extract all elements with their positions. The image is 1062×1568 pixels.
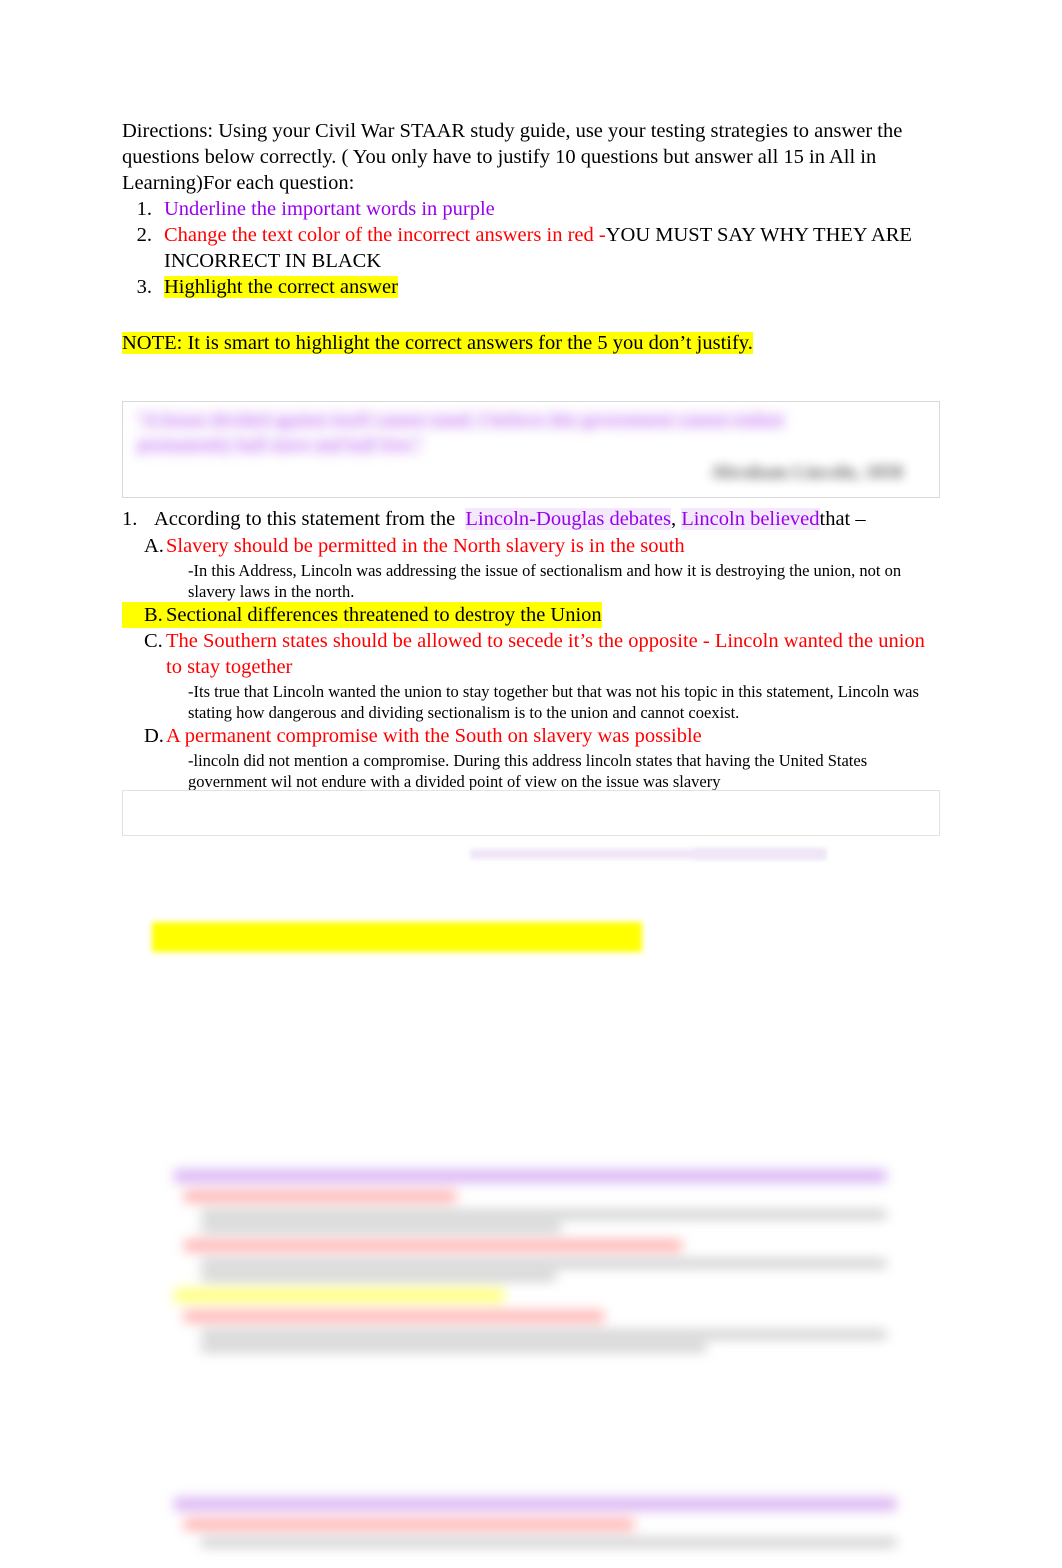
quote-box-content: "A house divided against itself cannot s… — [123, 402, 939, 497]
question-1-stem-tail: that – — [819, 508, 866, 530]
question-1: 1. According to this statement from the … — [122, 506, 940, 792]
question-1-choice-a-text: Slavery should be permitted in the North… — [166, 535, 685, 557]
question-1-choice-d-justification: -lincoln did not mention a compromise. D… — [188, 751, 868, 791]
quote-line-2-text: permanently half slave and half free." — [137, 435, 424, 456]
question-1-stem: 1. According to this statement from the … — [122, 506, 940, 533]
directions-step-3: 3. Highlight the correct answer — [122, 274, 940, 300]
directions-step-1-label: Underline the important words in purple — [164, 198, 495, 220]
directions-intro: Directions: Using your Civil War STAAR s… — [122, 118, 940, 196]
question-3-redacted — [126, 1498, 896, 1568]
question-1-choice-c-text: The Southern states should be allowed to… — [166, 630, 925, 678]
quote-line-1: "A house divided against itself cannot s… — [137, 408, 925, 433]
document-page: Directions: Using your Civil War STAAR s… — [0, 0, 1062, 1561]
directions-block: Directions: Using your Civil War STAAR s… — [122, 118, 940, 300]
redacted-yellow-highlight-bar — [152, 922, 642, 952]
question-1-choice-c-justification: -Its true that Lincoln wanted the union … — [188, 682, 919, 722]
question-1-keyword-2: Lincoln believed — [681, 508, 820, 530]
question-1-keyword-1: Lincoln-Douglas debates — [465, 508, 671, 530]
directions-intro-tail: For each question: — [202, 172, 355, 194]
directions-step-3-number: 3. — [136, 276, 152, 298]
directions-step-2: 2. Change the text color of the incorrec… — [122, 222, 940, 274]
quote-line-2: permanently half slave and half free." — [137, 433, 925, 458]
directions-step-3-body: Highlight the correct answer — [164, 274, 940, 300]
question-1-choice-d-letter: D. — [144, 725, 164, 747]
question-1-choice-b-letter: B. — [144, 604, 163, 626]
directions-step-list: 1. Underline the important words in purp… — [122, 196, 940, 300]
question-1-number: 1. — [122, 508, 138, 530]
question-1-choice-a-letter: A. — [144, 535, 164, 557]
directions-step-3-label: Highlight the correct answer — [164, 276, 398, 298]
question-1-choice-a[interactable]: A. Slavery should be permitted in the No… — [122, 533, 940, 602]
directions-step-2-body: Change the text color of the incorrect a… — [164, 222, 940, 274]
question-1-choice-b[interactable]: B. Sectional differences threatened to d… — [122, 602, 940, 628]
question-1-choice-b-line: B. Sectional differences threatened to d… — [122, 602, 602, 628]
note-line: NOTE: It is smart to highlight the corre… — [122, 330, 753, 356]
question-1-choice-c-letter: C. — [144, 630, 163, 652]
question-1-choice-c-line: C. The Southern states should be allowed… — [122, 628, 940, 680]
question-1-stem-text: According to this statement from the Lin… — [154, 506, 940, 533]
quote-box: "A house divided against itself cannot s… — [122, 401, 940, 498]
question-1-stem-comma: , — [670, 508, 677, 530]
question-1-choice-list: A. Slavery should be permitted in the No… — [122, 533, 940, 792]
question-1-choice-c[interactable]: C. The Southern states should be allowed… — [122, 628, 940, 723]
question-1-choice-d[interactable]: D. A permanent compromise with the South… — [122, 723, 940, 792]
directions-step-1-number: 1. — [136, 198, 152, 220]
question-1-choice-d-line: D. A permanent compromise with the South… — [122, 723, 940, 749]
question-1-stem-lead: According to this statement from the — [154, 508, 456, 530]
note-text: NOTE: It is smart to highlight the corre… — [122, 332, 753, 354]
question-1-choice-a-justification: -In this Address, Lincoln was addressing… — [188, 561, 902, 601]
quote-line-1-text: "A house divided against itself cannot s… — [137, 410, 785, 431]
directions-step-1: 1. Underline the important words in purp… — [122, 196, 940, 222]
question-2-redacted — [126, 1170, 886, 1410]
question-1-choice-d-text: A permanent compromise with the South on… — [166, 725, 702, 747]
directions-step-2-red-text: Change the text color of the incorrect a… — [164, 224, 606, 246]
secondary-quote-box — [122, 790, 940, 836]
quote-attribution: Abraham Lincoln, 1858 — [710, 462, 903, 483]
question-1-choice-b-text: Sectional differences threatened to dest… — [166, 604, 602, 626]
redacted-purple-underline-2 — [694, 849, 826, 859]
question-1-choice-a-line: A. Slavery should be permitted in the No… — [122, 533, 940, 559]
directions-step-2-number: 2. — [136, 224, 152, 246]
